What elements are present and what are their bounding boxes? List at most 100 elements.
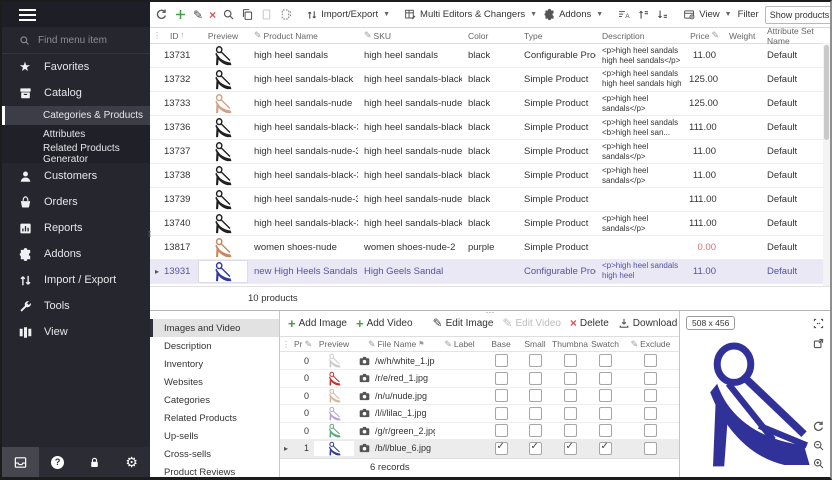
product-thumbnail[interactable] [198, 189, 248, 210]
checkbox-small[interactable] [529, 407, 542, 420]
col-header-file-name[interactable]: ✎File Name⚑ [354, 339, 435, 350]
product-thumbnail[interactable] [198, 117, 248, 138]
add-row-button[interactable] [174, 8, 187, 21]
checkbox-swatch[interactable] [599, 442, 612, 455]
sidebar-item-customers[interactable]: Customers [2, 163, 150, 189]
table-row[interactable]: 13817 women shoes-nudewomen shoes-nude-2… [150, 236, 830, 260]
edit-row-button[interactable]: ✎ [193, 8, 203, 22]
sidebar-item-related-products-generator[interactable]: Related Products Generator [2, 144, 150, 163]
col-header-swatch[interactable]: Swatch [588, 339, 622, 349]
multi-editors-dropdown[interactable]: Multi Editors & Changers▼ [404, 8, 537, 21]
image-row[interactable]: 0 /g/r/green_2.jpg [280, 423, 679, 441]
add-image-button[interactable]: +Add Image [288, 316, 347, 331]
sidebar-item-categories-products[interactable]: Categories & Products [2, 106, 150, 125]
image-thumbnail[interactable] [314, 388, 354, 403]
checkbox-thumbnail[interactable] [564, 442, 577, 455]
checkbox-base[interactable] [495, 389, 508, 402]
col-header-type[interactable]: Type [512, 31, 596, 41]
add-video-button[interactable]: +Add Video [356, 316, 413, 331]
table-row[interactable]: 13737 high heel sandals-nude-36high heel… [150, 140, 830, 164]
refresh-button[interactable] [155, 8, 168, 21]
sidebar-item-reports[interactable]: Reports [2, 215, 150, 241]
tab-product-reviews[interactable]: Product Reviews [150, 463, 279, 480]
sidebar-item-catalog[interactable]: Catalog [2, 80, 150, 106]
sidebar-item-attributes[interactable]: Attributes [2, 125, 150, 144]
image-thumbnail[interactable] [314, 353, 354, 368]
import-export-dropdown[interactable]: Import/Export▼ [306, 9, 390, 21]
checkbox-base[interactable] [495, 372, 508, 385]
scrollbar-thumb[interactable] [824, 45, 829, 140]
image-thumbnail[interactable] [314, 406, 354, 421]
checkbox-swatch[interactable] [599, 407, 612, 420]
table-row[interactable]: 13731 high heel sandalshigh heel sandals… [150, 44, 830, 68]
menu-search-input[interactable]: Find menu item [2, 27, 150, 54]
table-row[interactable]: 13736 high heel sandals-black-36high hee… [150, 116, 830, 140]
col-header-exclude[interactable]: ✎Exclude [622, 339, 679, 350]
col-header-price[interactable]: Price✎ [689, 30, 723, 41]
vertical-scrollbar[interactable] [823, 43, 830, 286]
col-header-small[interactable]: Small [518, 339, 552, 349]
col-header-label[interactable]: ✎Label [435, 339, 484, 350]
actual-size-icon[interactable] [812, 317, 825, 330]
tab-related-products[interactable]: Related Products [150, 409, 279, 427]
edit-image-button[interactable]: ✎Edit Image [433, 316, 494, 330]
table-row[interactable]: 13733 high heel sandals-nudehigh heel sa… [150, 92, 830, 116]
paste-button[interactable] [260, 8, 273, 21]
image-thumbnail[interactable] [314, 371, 354, 386]
checkbox-exclude[interactable] [644, 389, 657, 402]
splitter-handle[interactable]: ⋯ [486, 310, 495, 314]
paste-special-button[interactable] [279, 8, 292, 21]
checkbox-thumbnail[interactable] [564, 407, 577, 420]
product-thumbnail[interactable] [198, 237, 248, 258]
col-header-product-name[interactable]: ✎Product Name [248, 30, 358, 41]
checkbox-exclude[interactable] [644, 424, 657, 437]
sidebar-item-favorites[interactable]: ★ Favorites [2, 54, 150, 80]
col-header-base[interactable]: Base [484, 339, 518, 349]
image-row[interactable]: 0 /w/h/white_1.jpg [280, 352, 679, 370]
col-header-id[interactable]: ID↑ [164, 31, 198, 41]
checkbox-small[interactable] [529, 372, 542, 385]
checkbox-thumbnail[interactable] [564, 354, 577, 367]
delete-image-button[interactable]: ×Delete [570, 316, 609, 330]
tab-websites[interactable]: Websites [150, 373, 279, 391]
col-header-preview[interactable]: Preview [198, 31, 248, 41]
checkbox-exclude[interactable] [644, 354, 657, 367]
help-icon[interactable]: ? [51, 456, 64, 469]
delete-row-button[interactable]: × [209, 8, 216, 22]
checkbox-thumbnail[interactable] [564, 372, 577, 385]
product-thumbnail[interactable] [198, 165, 248, 186]
checkbox-exclude[interactable] [644, 372, 657, 385]
settings-gear-icon[interactable]: ⚙ [125, 455, 138, 469]
checkbox-base[interactable] [495, 442, 508, 455]
product-thumbnail[interactable] [198, 45, 248, 66]
col-header-sku[interactable]: ✎SKU [358, 30, 462, 41]
product-thumbnail[interactable] [198, 213, 248, 234]
checkbox-base[interactable] [495, 424, 508, 437]
zoom-out-icon[interactable] [812, 439, 825, 452]
checkbox-thumbnail[interactable] [564, 389, 577, 402]
tab-images-and-video[interactable]: Images and Video [150, 319, 279, 337]
col-header-color[interactable]: Color [462, 31, 512, 41]
product-thumbnail[interactable] [198, 69, 248, 90]
sidebar-item-tools[interactable]: Tools [2, 293, 150, 319]
checkbox-exclude[interactable] [644, 442, 657, 455]
col-header-weight[interactable]: Weight [723, 31, 761, 41]
checkbox-swatch[interactable] [599, 354, 612, 367]
checkbox-swatch[interactable] [599, 389, 612, 402]
checkbox-small[interactable] [529, 389, 542, 402]
product-thumbnail[interactable] [198, 93, 248, 114]
lock-icon[interactable] [88, 456, 101, 469]
tab-cross-sells[interactable]: Cross-sells [150, 445, 279, 463]
edit-video-button[interactable]: ✎Edit Video [502, 316, 560, 330]
image-row[interactable]: 0 /l/i/lilac_1.jpg [280, 405, 679, 423]
store-manager-button[interactable] [2, 447, 39, 477]
col-header-attribute-set[interactable]: Attribute Set Name [761, 26, 830, 46]
open-external-icon[interactable] [812, 337, 825, 350]
move-up-button[interactable] [637, 8, 650, 21]
addons-dropdown[interactable]: Addons▼ [543, 8, 603, 21]
image-thumbnail[interactable] [314, 423, 354, 438]
table-row[interactable]: 13732 high heel sandals-blackhigh heel s… [150, 68, 830, 92]
tab-inventory[interactable]: Inventory [150, 355, 279, 373]
col-header-image-preview[interactable]: Preview [314, 339, 354, 349]
image-row[interactable]: 0 /r/e/red_1.jpg [280, 370, 679, 388]
